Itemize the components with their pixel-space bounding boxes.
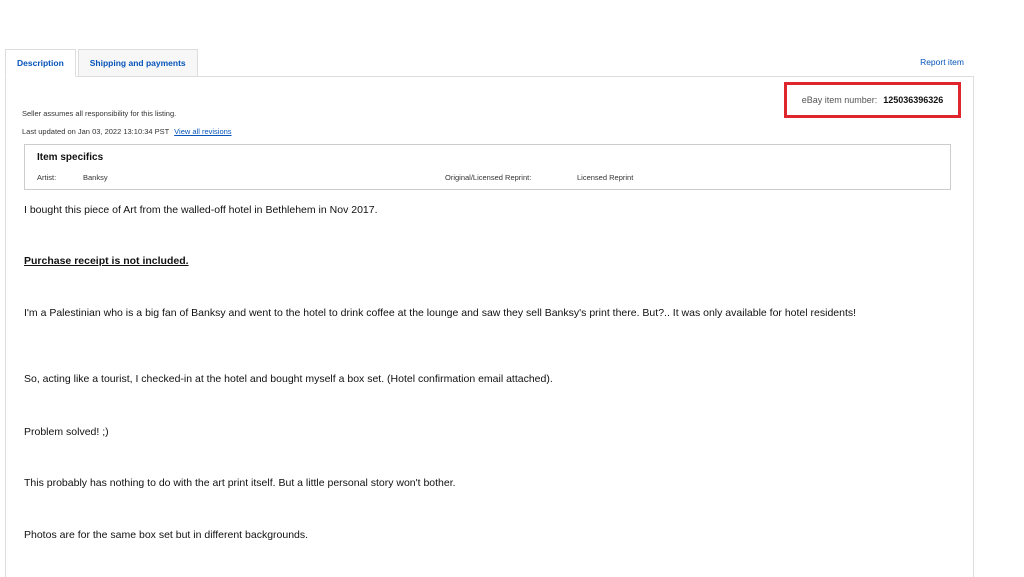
tab-description[interactable]: Description (5, 49, 76, 77)
item-specifics-box: Item specifics Artist: Banksy Original/L… (24, 144, 951, 190)
report-item-link[interactable]: Report item (920, 57, 964, 67)
spec-value-artist: Banksy (83, 173, 108, 182)
description-paragraph: Problem solved! ;) (24, 426, 109, 438)
description-paragraph: So, acting like a tourist, I checked-in … (24, 373, 553, 385)
seller-responsibility-note: Seller assumes all responsibility for th… (22, 109, 177, 118)
description-paragraph: I'm a Palestinian who is a big fan of Ba… (24, 307, 857, 319)
listing-tabs: Description Shipping and payments (5, 49, 200, 77)
spec-label-reprint: Original/Licensed Reprint: (445, 173, 532, 182)
view-all-revisions-link[interactable]: View all revisions (174, 127, 231, 136)
tab-shipping-and-payments[interactable]: Shipping and payments (77, 49, 198, 77)
spec-label-artist: Artist: (37, 173, 57, 182)
description-paragraph: This probably has nothing to do with the… (24, 477, 456, 489)
item-number-value: 125036396326 (883, 95, 944, 105)
spec-value-reprint: Licensed Reprint (577, 173, 634, 182)
last-updated-prefix: Last updated on (22, 127, 76, 136)
last-updated-date: Jan 03, 2022 13:10:34 PST (77, 127, 170, 136)
item-number-label: eBay item number: (801, 95, 878, 105)
item-number-highlight: eBay item number: 125036396326 (784, 82, 961, 118)
description-paragraph: I bought this piece of Art from the wall… (24, 204, 378, 216)
item-specifics-title: Item specifics (37, 152, 104, 163)
description-receipt-note: Purchase receipt is not included. (24, 255, 189, 267)
last-updated: Last updated on Jan 03, 2022 13:10:34 PS… (22, 127, 232, 136)
description-paragraph: Photos are for the same box set but in d… (24, 529, 309, 541)
listing-page: Description Shipping and payments Report… (0, 0, 1024, 577)
